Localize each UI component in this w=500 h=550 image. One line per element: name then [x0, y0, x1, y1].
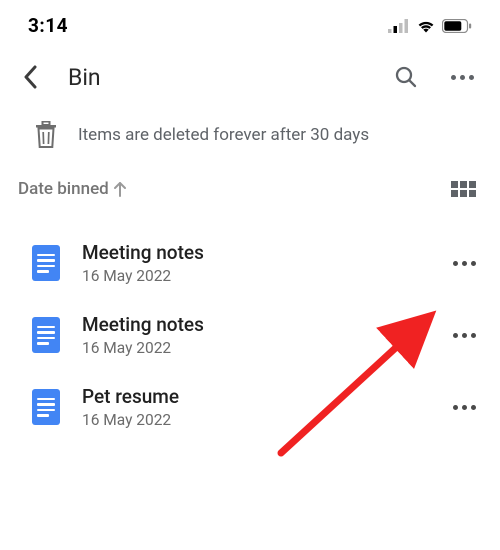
back-button[interactable]: [16, 63, 44, 91]
file-date: 16 May 2022: [82, 411, 431, 429]
file-name: Pet resume: [82, 385, 431, 408]
search-button[interactable]: [388, 59, 424, 95]
file-info: Meeting notes 16 May 2022: [82, 241, 431, 285]
chevron-left-icon: [23, 65, 37, 89]
battery-icon: [442, 19, 472, 33]
info-banner: Items are deleted forever after 30 days: [0, 109, 500, 167]
banner-text: Items are deleted forever after 30 days: [78, 125, 369, 145]
file-info: Meeting notes 16 May 2022: [82, 313, 431, 357]
more-icon: [453, 405, 476, 410]
file-more-button[interactable]: [453, 333, 476, 338]
file-date: 16 May 2022: [82, 339, 431, 357]
more-icon: [453, 261, 476, 266]
more-icon: [453, 333, 476, 338]
more-icon: [451, 75, 474, 80]
file-name: Meeting notes: [82, 313, 431, 336]
file-row[interactable]: Pet resume 16 May 2022: [0, 371, 500, 443]
trash-icon: [34, 121, 58, 149]
file-date: 16 May 2022: [82, 267, 431, 285]
doc-icon: [32, 245, 60, 281]
file-row[interactable]: Meeting notes 16 May 2022: [0, 227, 500, 299]
doc-icon: [32, 389, 60, 425]
app-bar: Bin: [0, 41, 500, 109]
file-name: Meeting notes: [82, 241, 431, 264]
page-title: Bin: [68, 64, 368, 91]
wifi-icon: [416, 19, 436, 33]
view-toggle-button[interactable]: [451, 181, 476, 197]
cellular-icon: [388, 19, 410, 33]
arrow-up-icon: [113, 181, 127, 197]
status-time: 3:14: [28, 14, 68, 37]
file-more-button[interactable]: [453, 261, 476, 266]
sort-button[interactable]: Date binned: [18, 179, 127, 199]
file-row[interactable]: Meeting notes 16 May 2022: [0, 299, 500, 371]
file-more-button[interactable]: [453, 405, 476, 410]
sort-row: Date binned: [0, 167, 500, 207]
more-menu-button[interactable]: [444, 59, 480, 95]
search-icon: [394, 65, 418, 89]
doc-icon: [32, 317, 60, 353]
status-indicators: [388, 19, 472, 33]
sort-label-text: Date binned: [18, 179, 109, 199]
file-info: Pet resume 16 May 2022: [82, 385, 431, 429]
status-bar: 3:14: [0, 0, 500, 41]
file-list: Meeting notes 16 May 2022 Meeting notes …: [0, 207, 500, 443]
